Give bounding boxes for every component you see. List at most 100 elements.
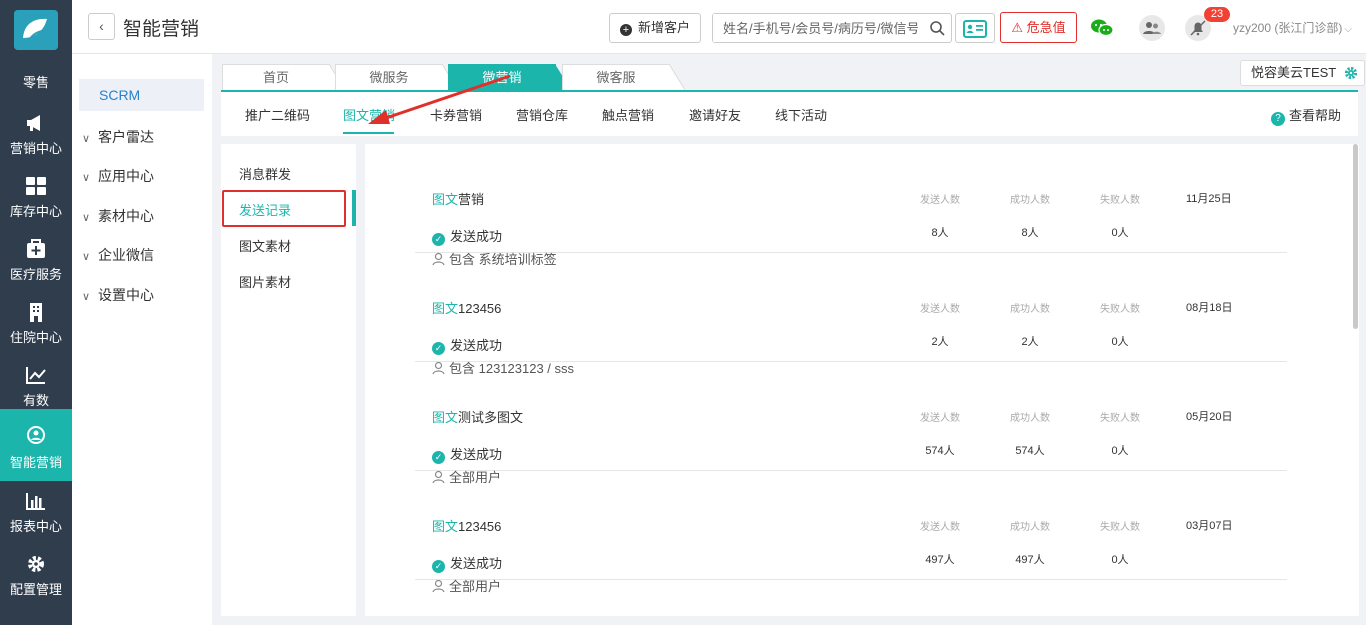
chevron-left-icon: ‹ <box>99 18 104 34</box>
tenant-switcher[interactable]: 悦容美云TEST <box>1240 60 1366 86</box>
nav-item-label: 医疗服务 <box>9 267 62 282</box>
sidebar-group-label: 客户雷达 <box>98 129 154 145</box>
user-group-icon[interactable] <box>1138 14 1166 42</box>
help-link[interactable]: ? 查看帮助 <box>1270 105 1341 126</box>
record-item[interactable]: 图文123456 发送人数 成功人数 失败人数 08月18日 2人 2人 0人 … <box>415 253 1287 376</box>
record-success: 574人 <box>1015 445 1045 457</box>
wechat-icon[interactable] <box>1088 14 1116 42</box>
sidebar-group-app-center[interactable]: ∨ 应用中心 <box>82 166 154 186</box>
tab-micro-marketing[interactable]: 微营销 <box>448 64 556 90</box>
record-fail: 0人 <box>1111 445 1129 457</box>
subnav-touchpoint-marketing[interactable]: 触点营销 <box>602 105 654 124</box>
subnav-coupon-marketing[interactable]: 卡券营销 <box>430 105 482 124</box>
chevron-down-icon: ∨ <box>82 251 91 263</box>
sidebar-group-settings[interactable]: ∨ 设置中心 <box>82 285 154 305</box>
critical-value-button[interactable]: ⚠ 危急值 <box>1000 12 1077 43</box>
nav-item-label: 住院中心 <box>9 330 62 345</box>
nav-item-config[interactable]: 配置管理 <box>0 545 72 607</box>
record-item[interactable]: 图文测试多图文 发送人数 成功人数 失败人数 05月20日 574人 574人 … <box>415 362 1287 485</box>
tab-home[interactable]: 首页 <box>222 64 330 90</box>
record-item[interactable]: 图文123456 发送人数 成功人数 失败人数 03月07日 497人 497人… <box>415 471 1287 594</box>
send-records-list: 图文营销 发送人数 成功人数 失败人数 11月25日 8人 8人 0人 ✓ 发送成… <box>365 144 1359 616</box>
nav-item-reports[interactable]: 报表中心 <box>0 482 72 544</box>
col-fail-label: 失败人数 <box>1100 413 1140 424</box>
menu-image-material[interactable]: 图片素材 <box>239 272 291 291</box>
menu-send-records[interactable]: 发送记录 <box>239 200 291 219</box>
record-status-text: 发送成功 <box>450 338 503 353</box>
menu-article-material[interactable]: 图文素材 <box>239 236 291 255</box>
chevron-down-icon: ∨ <box>82 172 91 184</box>
tab-micro-service[interactable]: 微服务 <box>335 64 443 90</box>
sidebar-group-enterprise-wechat[interactable]: ∨ 企业微信 <box>82 245 154 265</box>
nav-item-retail[interactable]: 零售 <box>0 72 72 91</box>
nav-item-marketing-center[interactable]: 营销中心 <box>0 104 72 166</box>
subnav-marketing-warehouse[interactable]: 营销仓库 <box>516 105 568 124</box>
smart-marketing-icon <box>27 426 45 444</box>
gear-icon <box>1345 66 1358 80</box>
user-name: yzy200 (张江门诊部) <box>1233 21 1343 35</box>
nav-item-label: 配置管理 <box>9 582 62 597</box>
content-scrollbar[interactable] <box>1353 144 1358 329</box>
check-circle-icon: ✓ <box>432 560 445 573</box>
nav-item-inventory[interactable]: 库存中心 <box>0 167 72 229</box>
record-title-text: 测试多图文 <box>458 410 524 425</box>
add-customer-button[interactable]: + 新增客户 <box>609 13 701 43</box>
sidebar-group-customer-radar[interactable]: ∨ 客户雷达 <box>82 127 154 147</box>
notification-badge: 23 <box>1204 7 1230 22</box>
nav-item-label: 库存中心 <box>9 204 62 219</box>
nav-item-smart-marketing[interactable]: 智能营销 <box>0 409 72 481</box>
menu-mass-message[interactable]: 消息群发 <box>239 164 291 183</box>
record-fail: 0人 <box>1111 554 1129 566</box>
nav-item-medical[interactable]: 医疗服务 <box>0 230 72 292</box>
top-header: ‹ 智能营销 + 新增客户 ⚠ 危急值 23 yzy200 (张江门诊部)⌵ <box>72 0 1366 54</box>
check-circle-icon: ✓ <box>432 342 445 355</box>
subnav-invite-friends[interactable]: 邀请好友 <box>689 105 741 124</box>
nav-item-label: 智能营销 <box>9 455 62 470</box>
record-status: ✓ 发送成功 <box>432 335 502 355</box>
record-sent: 2人 <box>931 336 949 348</box>
plus-circle-icon: + <box>620 24 632 36</box>
sidebar-item-scrm[interactable]: SCRM <box>79 79 204 111</box>
warning-icon: ⚠ <box>1011 20 1023 35</box>
megaphone-icon <box>27 115 40 131</box>
search-box <box>712 13 952 43</box>
record-kind: 图文 <box>432 301 459 316</box>
tab-corner <box>669 64 685 90</box>
id-card-icon <box>963 20 987 38</box>
record-title: 图文123456 <box>432 516 501 535</box>
search-input[interactable] <box>713 14 918 42</box>
help-label: 查看帮助 <box>1288 108 1341 123</box>
subnav-article-marketing[interactable]: 图文营销 <box>343 105 395 124</box>
nav-item-label: 有数 <box>22 393 49 408</box>
subnav-offline-events[interactable]: 线下活动 <box>775 105 827 124</box>
tab-micro-customer-service[interactable]: 微客服 <box>562 64 670 90</box>
back-button[interactable]: ‹ <box>88 13 115 40</box>
active-menu-indicator <box>352 190 356 226</box>
col-fail-label: 失败人数 <box>1100 304 1140 315</box>
record-title: 图文123456 <box>432 298 501 317</box>
record-date: 03月07日 <box>1186 520 1233 532</box>
record-title-text: 123456 <box>458 301 502 316</box>
member-card-button[interactable] <box>955 13 995 43</box>
critical-value-label: 危急值 <box>1026 20 1066 35</box>
nav-item-inpatient[interactable]: 住院中心 <box>0 293 72 355</box>
record-sent: 574人 <box>925 445 955 457</box>
col-success-label: 成功人数 <box>1010 522 1050 533</box>
user-menu[interactable]: yzy200 (张江门诊部) ⌵ <box>1233 19 1352 36</box>
record-title: 图文测试多图文 <box>432 407 523 426</box>
search-icon[interactable] <box>929 20 945 36</box>
grid-icon <box>26 177 46 195</box>
app-logo <box>14 10 58 50</box>
nav-item-label: 零售 <box>22 75 49 90</box>
add-customer-label: 新增客户 <box>638 20 691 35</box>
subnav-qrcode[interactable]: 推广二维码 <box>245 105 310 124</box>
chevron-down-icon: ∨ <box>82 133 91 145</box>
sidebar-group-material-center[interactable]: ∨ 素材中心 <box>82 206 154 226</box>
record-success: 497人 <box>1015 554 1045 566</box>
record-target-text: 全部用户 <box>449 579 502 594</box>
chevron-down-icon: ∨ <box>82 212 91 224</box>
col-success-label: 成功人数 <box>1010 413 1050 424</box>
gear-icon <box>28 556 44 572</box>
col-sent-label: 发送人数 <box>920 522 960 533</box>
nav-item-label: 营销中心 <box>9 141 62 156</box>
